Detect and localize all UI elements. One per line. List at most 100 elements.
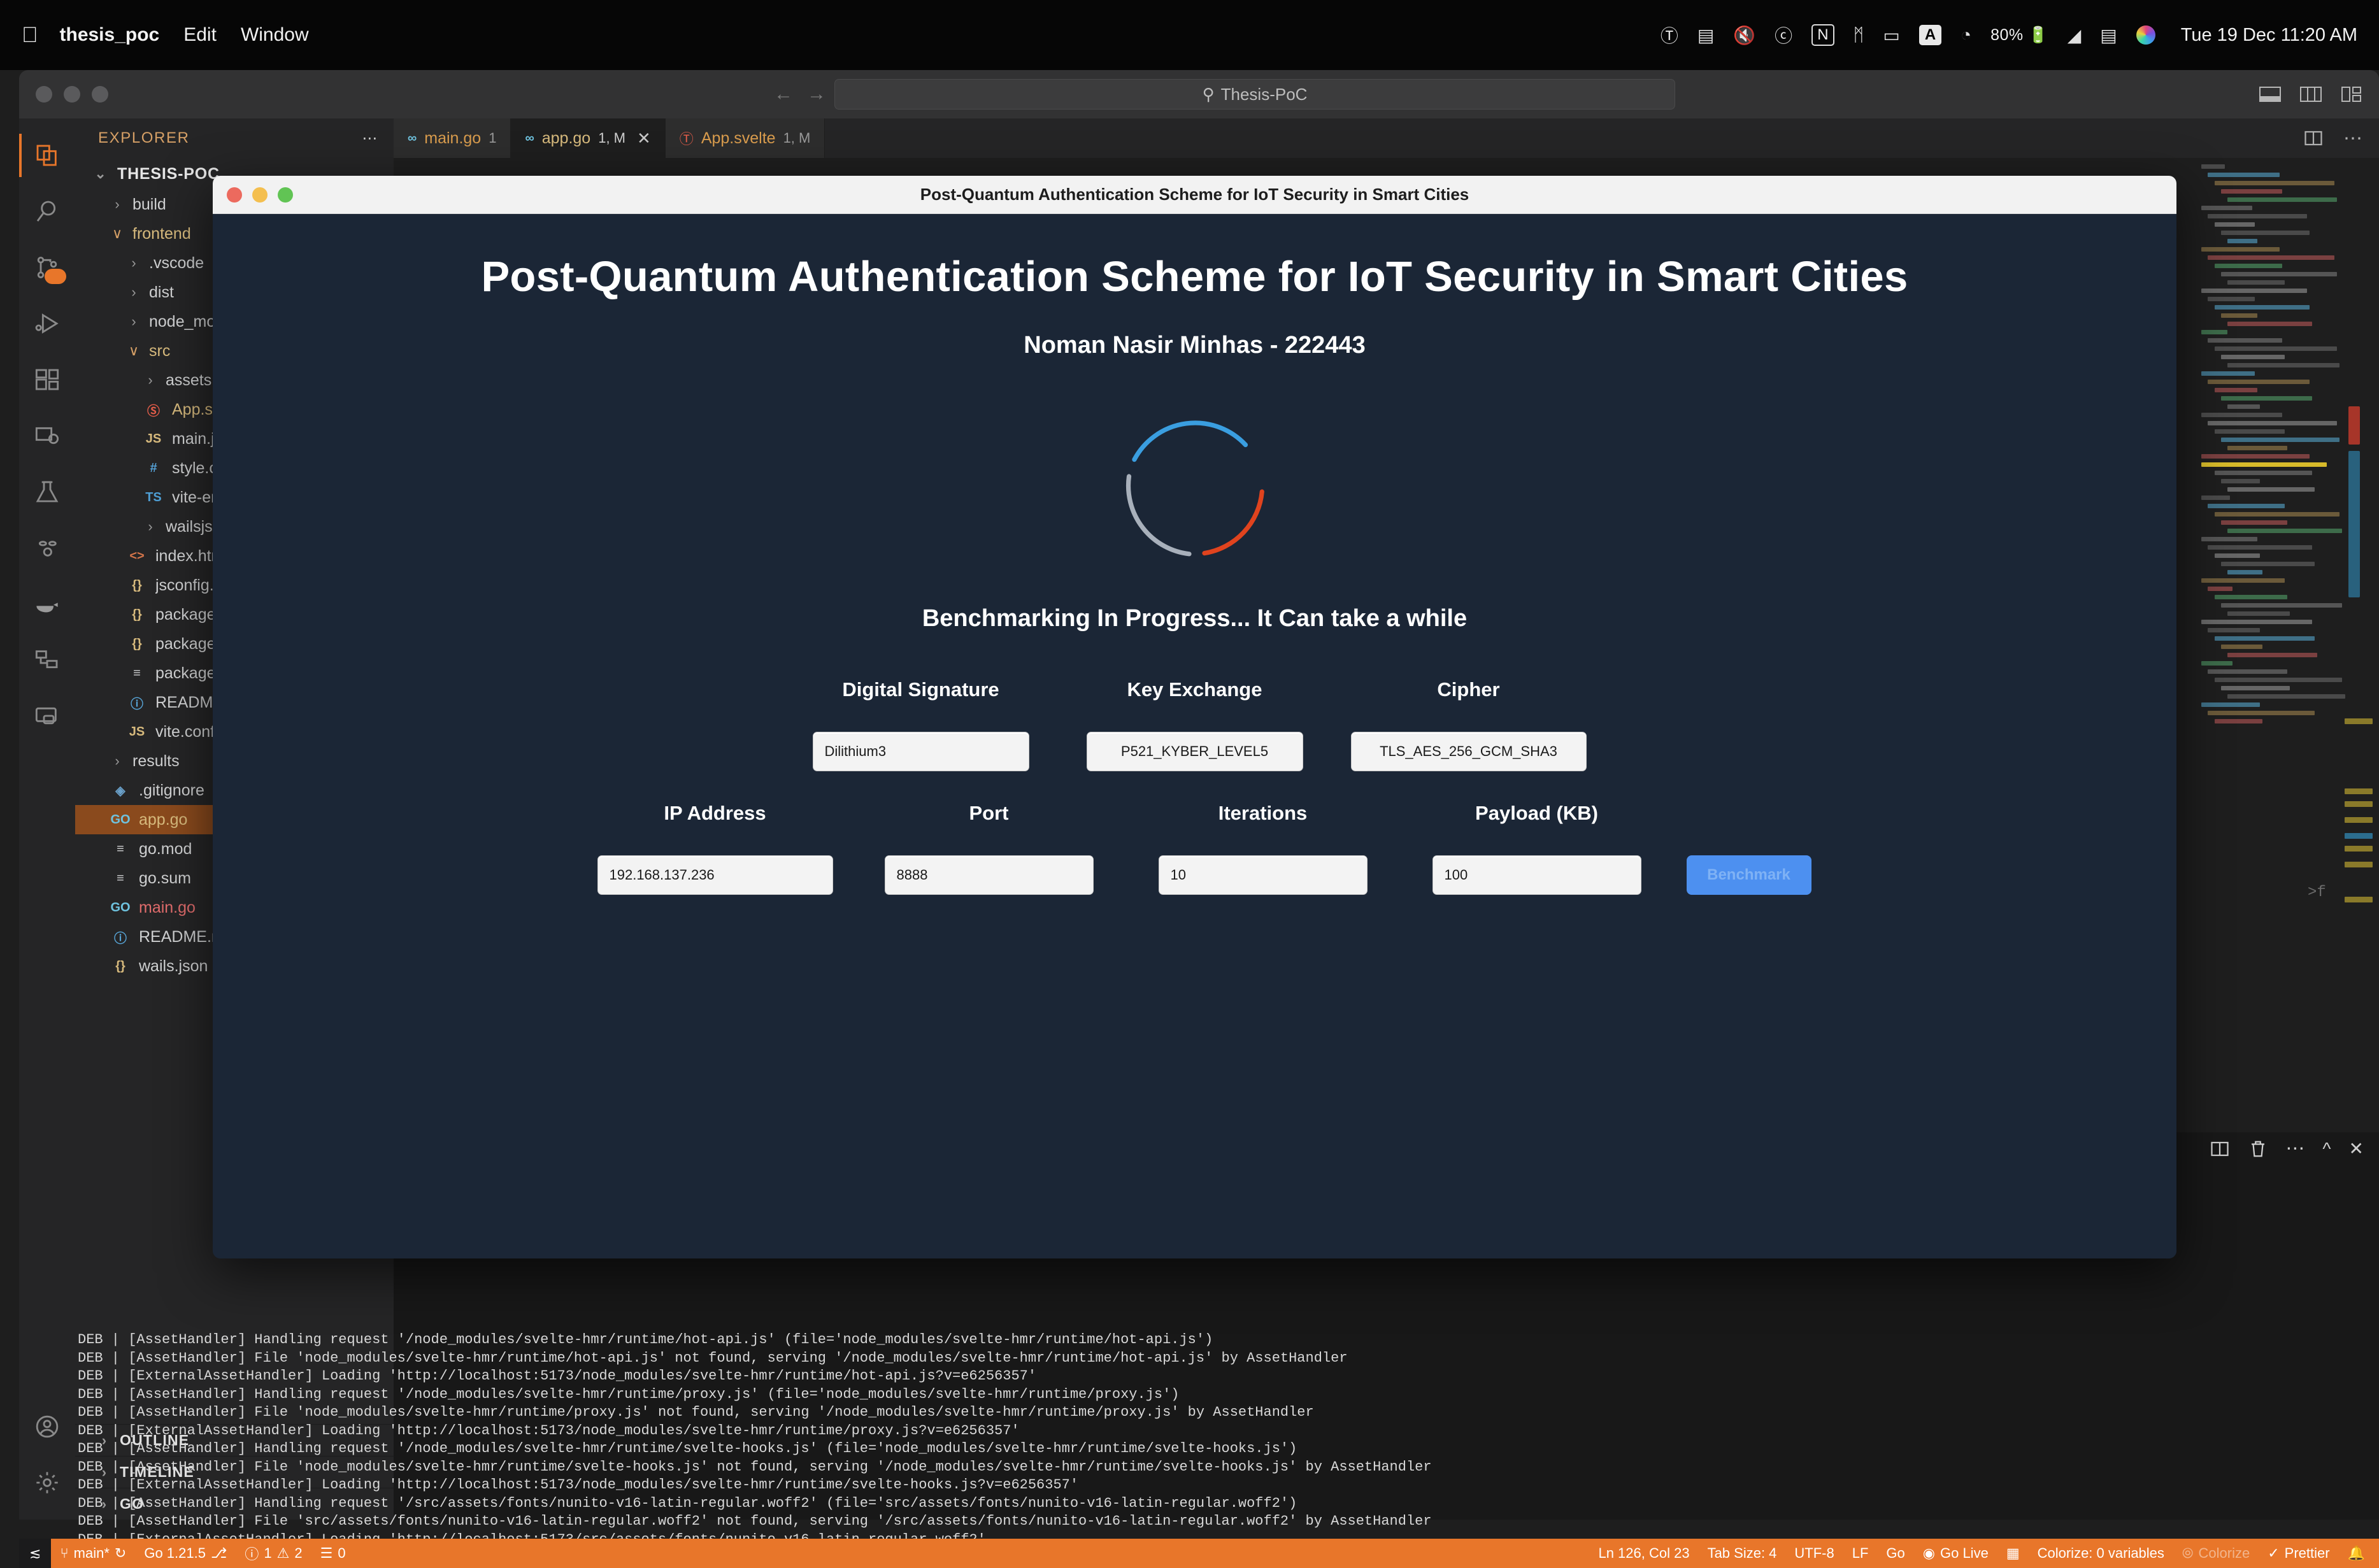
siri-icon[interactable]: [2136, 25, 2155, 45]
close-icon[interactable]: ✕: [637, 129, 651, 148]
activity-item-accounts[interactable]: [19, 1399, 75, 1455]
status-colorize-count[interactable]: Colorize: 0 variables: [2029, 1545, 2173, 1562]
status-ports[interactable]: ☰ 0: [311, 1545, 355, 1562]
more-actions-icon[interactable]: ⋯: [2343, 127, 2362, 150]
status-encoding[interactable]: UTF-8: [1785, 1545, 1843, 1562]
explorer-more-actions-icon[interactable]: ⋯: [362, 129, 378, 148]
battery-manager-icon[interactable]: ▤: [1697, 25, 1714, 46]
minimap-error-marker: [2348, 406, 2360, 445]
volume-mute-icon[interactable]: 🔇: [1733, 25, 1755, 46]
activity-item-search[interactable]: [19, 183, 75, 239]
close-panel-icon[interactable]: ✕: [2349, 1138, 2364, 1159]
connection-settings-row: IP Address 192.168.137.236 Port 8888 Ite…: [213, 802, 2176, 895]
status-language-mode[interactable]: Go: [1877, 1545, 1913, 1562]
minimap-line: [2221, 479, 2261, 483]
tab-app-svelte[interactable]: Ⓣ App.svelte 1, M: [666, 118, 825, 158]
minimap-line: [2215, 595, 2288, 599]
port-input[interactable]: 8888: [885, 855, 1094, 895]
status-go-live[interactable]: ◉ Go Live: [1914, 1545, 1997, 1562]
activity-item-containers[interactable]: [19, 688, 75, 744]
menu-window[interactable]: Window: [241, 24, 309, 46]
digital-signature-label: Digital Signature: [842, 678, 999, 701]
screen-mirroring-icon[interactable]: ▭: [1883, 25, 1899, 46]
battery-status[interactable]: 80% 🔋: [1990, 26, 2048, 45]
status-prettier[interactable]: ✓ Prettier: [2259, 1545, 2338, 1562]
status-remote-window[interactable]: ≲: [19, 1539, 51, 1568]
minimap-line: [2221, 231, 2310, 235]
split-editor-icon[interactable]: [2303, 129, 2324, 148]
status-go-version[interactable]: Go 1.21.5 ⎇: [135, 1545, 236, 1562]
digital-signature-select[interactable]: Dilithium3: [813, 732, 1029, 771]
benchmark-button[interactable]: Benchmark: [1687, 855, 1811, 895]
status-notifications[interactable]: 🔔: [2339, 1545, 2374, 1562]
back-arrow-icon[interactable]: ←: [774, 83, 793, 105]
activity-item-remote-explorer[interactable]: [19, 408, 75, 464]
music-icon[interactable]: ⓒ: [1775, 22, 1792, 48]
vscode-traffic-lights[interactable]: [36, 86, 108, 103]
split-terminal-icon[interactable]: [2209, 1139, 2231, 1158]
iterations-input[interactable]: 10: [1159, 855, 1368, 895]
status-colorize[interactable]: ⦾ Colorize: [2173, 1545, 2259, 1562]
payload-input[interactable]: 100: [1432, 855, 1641, 895]
activity-item-extensions[interactable]: [19, 352, 75, 408]
notion-icon[interactable]: N: [1811, 24, 1834, 46]
status-colorize-icon-group[interactable]: ▦: [1997, 1545, 2029, 1562]
activity-item-docker[interactable]: [19, 576, 75, 632]
ip-address-input[interactable]: 192.168.137.236: [597, 855, 833, 895]
activity-item-source-control[interactable]: [19, 239, 75, 296]
maximize-panel-icon[interactable]: ^: [2322, 1139, 2331, 1159]
minimap-line: [2208, 380, 2310, 384]
maximize-window-button[interactable]: [92, 86, 108, 103]
chevron-right-icon: ›: [143, 372, 158, 388]
status-problems[interactable]: ⓘ 1 ⚠ 2: [236, 1543, 311, 1564]
minimap-line: [2201, 371, 2255, 376]
key-exchange-select[interactable]: P521_KYBER_LEVEL5: [1087, 732, 1303, 771]
overview-ruler-mark: [2345, 833, 2373, 839]
svelte-file-icon: Ⓣ: [680, 128, 694, 148]
activity-item-settings[interactable]: [19, 1455, 75, 1511]
explorer-title: EXPLORER: [98, 129, 190, 147]
forward-arrow-icon[interactable]: →: [807, 83, 826, 105]
menu-edit[interactable]: Edit: [183, 24, 217, 46]
command-center-search[interactable]: ⚲ Thesis-PoC: [834, 79, 1675, 110]
app-content: Post-Quantum Authentication Scheme for I…: [213, 214, 2176, 1258]
tab-app-go[interactable]: ∞ app.go 1, M ✕: [511, 118, 665, 158]
more-actions-icon[interactable]: ⋯: [2285, 1137, 2304, 1160]
editor-minimap[interactable]: [2201, 164, 2332, 801]
tab-main-go[interactable]: ∞ main.go 1: [394, 118, 511, 158]
wifi-icon[interactable]: ◢: [2068, 25, 2082, 46]
cipher-select[interactable]: TLS_AES_256_GCM_SHA3: [1351, 732, 1587, 771]
toggle-panel-icon[interactable]: [2300, 85, 2322, 103]
menu-bar-clock[interactable]: Tue 19 Dec 11:20 AM: [2181, 25, 2357, 46]
toggle-primary-sidebar-icon[interactable]: [2259, 85, 2281, 103]
activity-item-database[interactable]: [19, 632, 75, 688]
tree-item-label: wails.json: [139, 957, 208, 976]
minimap-viewport[interactable]: [2348, 451, 2360, 597]
apple-menu-icon[interactable]: : [22, 24, 38, 46]
error-icon: ⓘ: [245, 1543, 259, 1564]
status-tab-size[interactable]: Tab Size: 4: [1699, 1545, 1786, 1562]
status-branch[interactable]: ⑂ main* ↻: [51, 1545, 135, 1562]
overview-ruler-mark: [2345, 846, 2373, 852]
status-cursor-position[interactable]: Ln 126, Col 23: [1589, 1545, 1698, 1562]
customize-layout-icon[interactable]: [2341, 85, 2362, 103]
activity-item-run-debug[interactable]: [19, 296, 75, 352]
kill-terminal-icon[interactable]: [2248, 1139, 2268, 1158]
minimap-line: [2208, 421, 2337, 425]
terminal-output[interactable]: DEB | [AssetHandler] Handling request '/…: [78, 1331, 1734, 1568]
gear-icon: [34, 1470, 60, 1495]
activity-item-explorer[interactable]: [19, 127, 75, 183]
minimap-line: [2208, 545, 2312, 550]
activity-item-go[interactable]: [19, 520, 75, 576]
bluetooth-icon[interactable]: ᛗ: [1854, 25, 1864, 45]
hp-icon[interactable]: Ⓣ: [1661, 22, 1678, 48]
activity-item-testing[interactable]: [19, 464, 75, 520]
clock-widget-icon[interactable]: ◔: [1961, 25, 1971, 45]
status-bar: ≲ ⑂ main* ↻ Go 1.21.5 ⎇ ⓘ 1 ⚠ 2 ☰: [19, 1539, 2379, 1568]
control-center-icon[interactable]: ▤: [2100, 25, 2117, 46]
close-window-button[interactable]: [36, 86, 52, 103]
minimize-window-button[interactable]: [64, 86, 80, 103]
status-eol[interactable]: LF: [1843, 1545, 1878, 1562]
input-source-icon[interactable]: A: [1919, 25, 1941, 45]
menu-app-name[interactable]: thesis_poc: [60, 24, 160, 46]
